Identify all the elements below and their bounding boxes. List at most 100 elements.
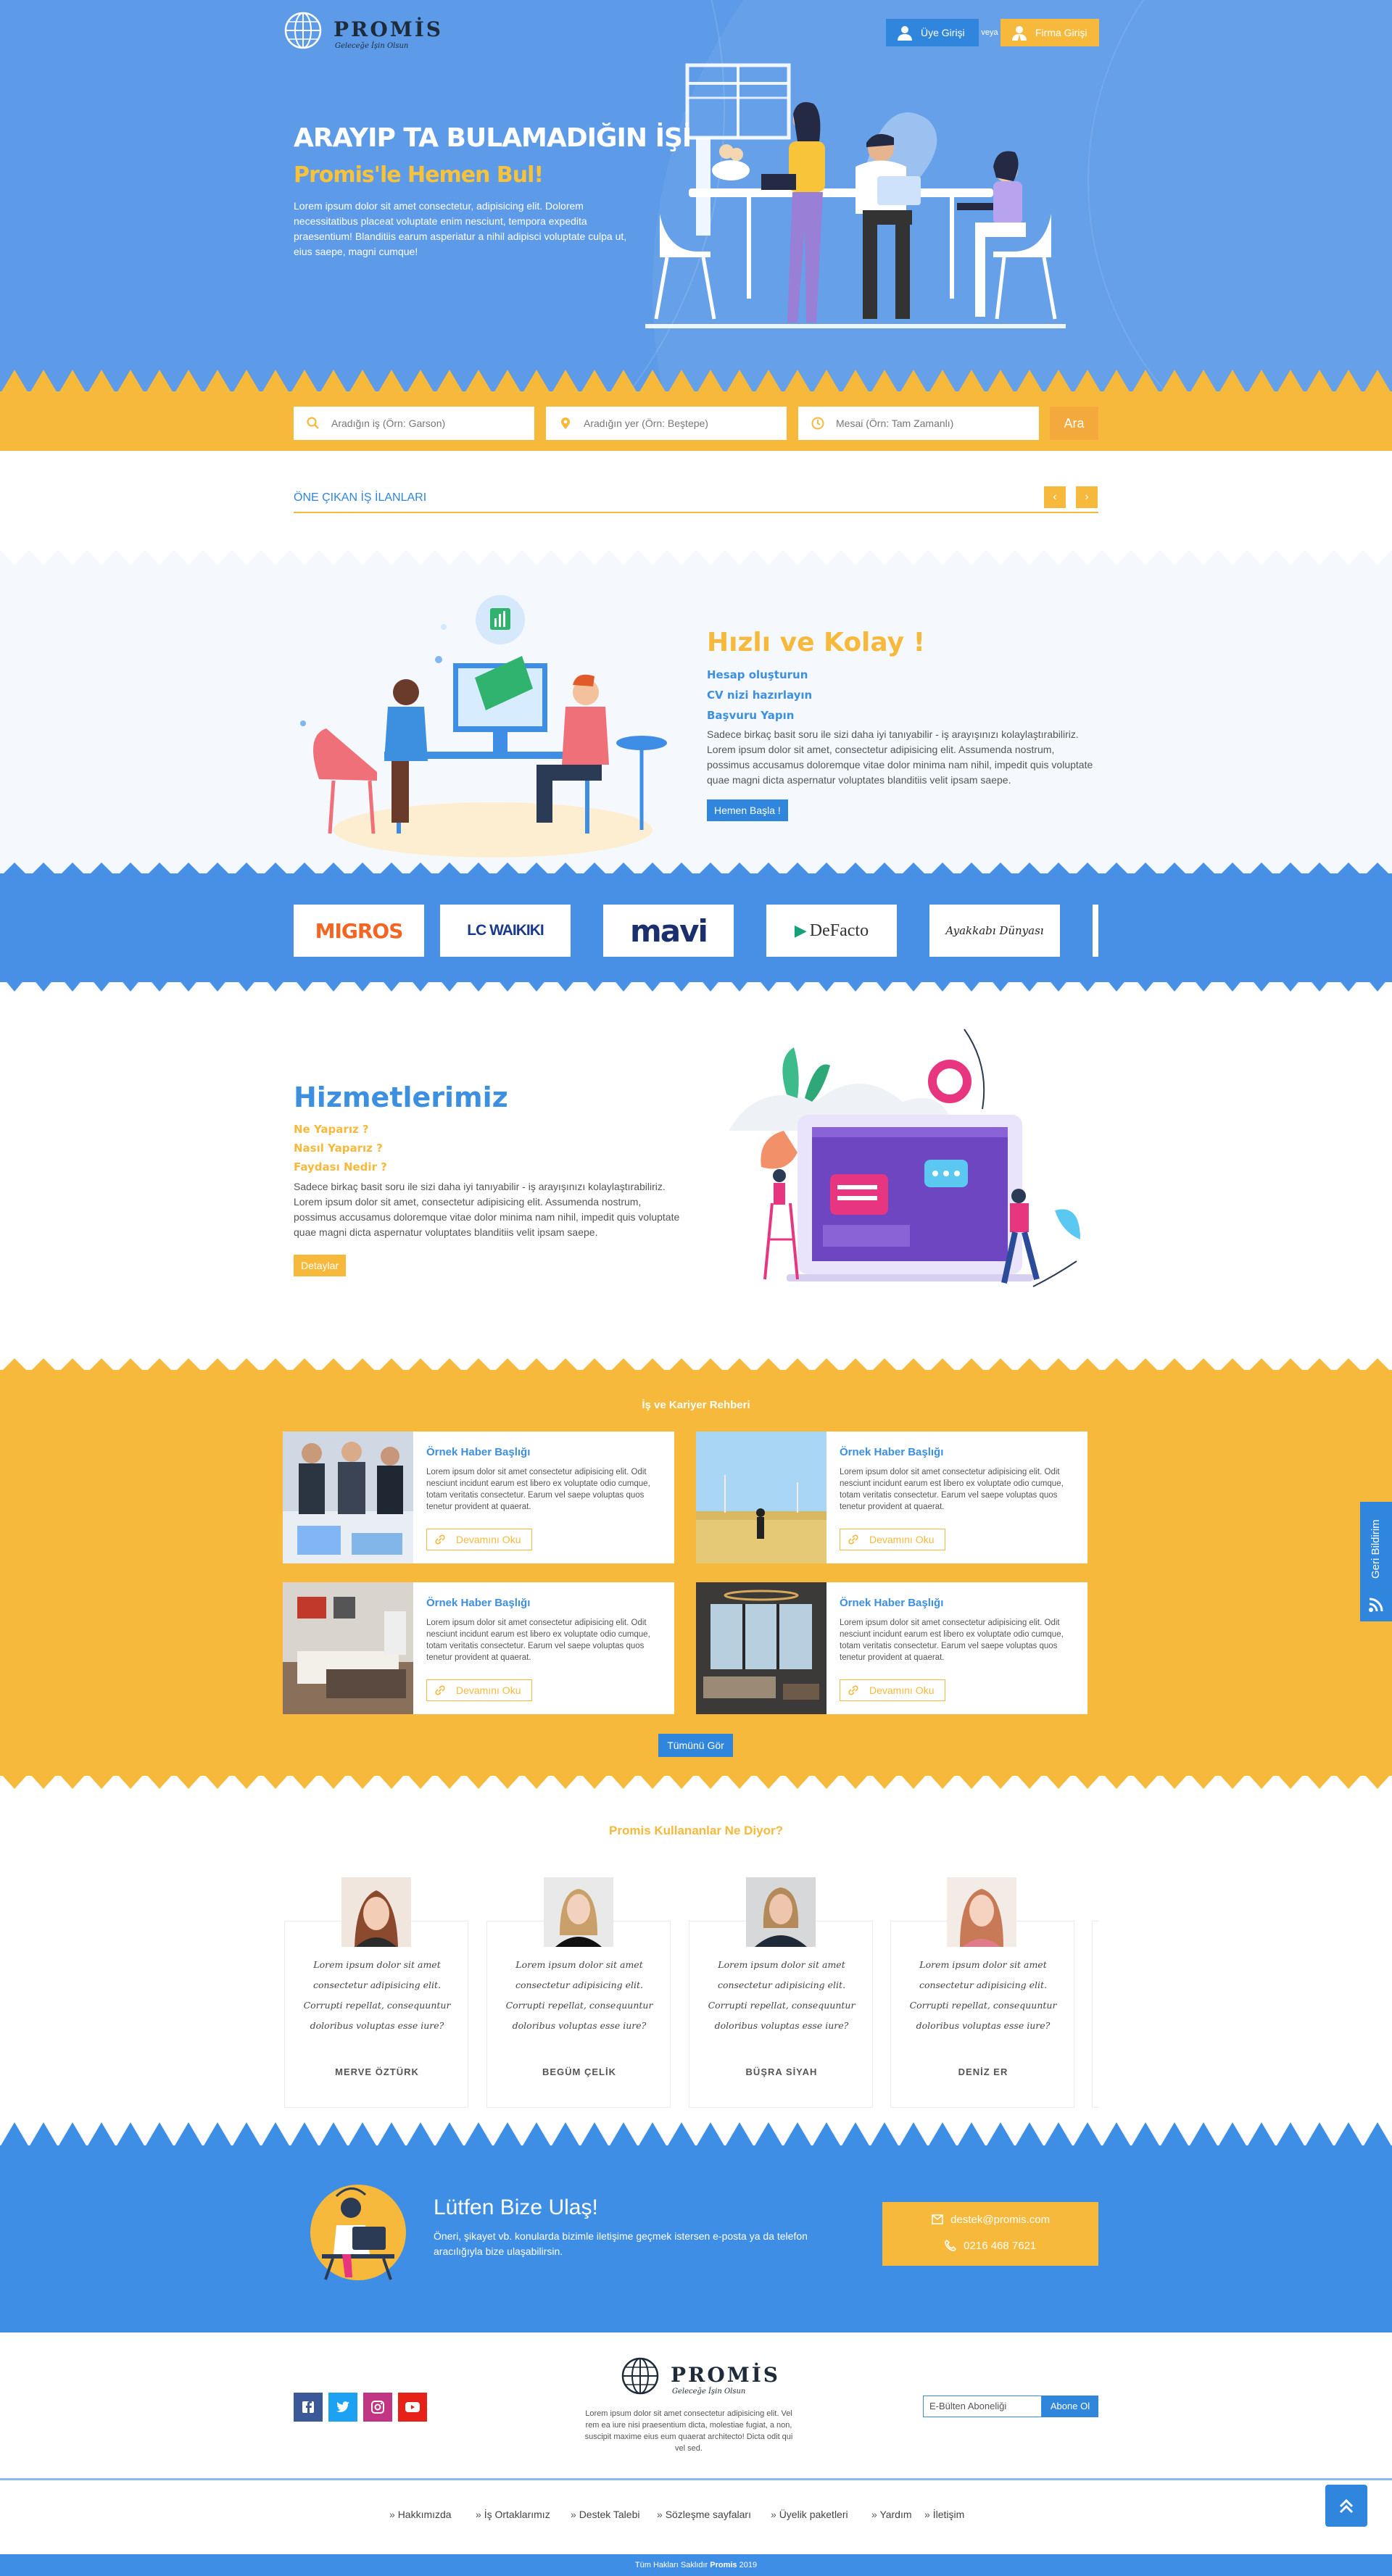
news-title[interactable]: Örnek Haber Başlığı bbox=[840, 1446, 943, 1458]
shift-input[interactable]: Mesai (Örn: Tam Zamanlı) bbox=[798, 407, 1039, 440]
footer-about-text: Lorem ipsum dolor sit amet consectetur a… bbox=[584, 2409, 793, 2453]
hero-text: Lorem ipsum dolor sit amet consectetur, … bbox=[294, 200, 627, 257]
member-login-label: Üye Girişi bbox=[921, 27, 965, 38]
news-card[interactable]: Örnek Haber Başlığı Lorem ipsum dolor si… bbox=[283, 1582, 674, 1714]
news-excerpt: Lorem ipsum dolor sit amet consectetur a… bbox=[426, 1468, 650, 1511]
facebook-button[interactable] bbox=[294, 2393, 323, 2422]
services-title: Hizmetlerimiz bbox=[294, 1081, 508, 1113]
newsletter-input[interactable]: E-Bülten Aboneliği bbox=[923, 2396, 1042, 2417]
testimonial-name: MERVE ÖZTÜRK bbox=[335, 2066, 419, 2077]
avatar bbox=[544, 1877, 613, 1947]
zigzag-divider bbox=[0, 2122, 1392, 2147]
read-more-label: Devamını Oku bbox=[869, 1684, 935, 1696]
newsletter-placeholder: E-Bülten Aboneliği bbox=[929, 2401, 1007, 2411]
quick-easy-section bbox=[0, 551, 1392, 884]
brand-logo-defacto[interactable]: ▶ DeFacto bbox=[766, 905, 897, 957]
step-apply: Başvuru Yapın bbox=[707, 709, 795, 722]
email-text: destek@promis.com bbox=[950, 2214, 1051, 2226]
brand-migros-text: MIGROS bbox=[315, 918, 404, 943]
footer-link-contact[interactable]: » İletişim bbox=[924, 2509, 964, 2520]
footer-brand-name: PROMİS bbox=[671, 2363, 781, 2387]
services-questions: Ne Yaparız ? Nasıl Yaparız ? Faydası Ned… bbox=[294, 1120, 387, 1176]
search-button[interactable]: Ara bbox=[1050, 407, 1098, 440]
read-more-label: Devamını Oku bbox=[456, 1684, 521, 1696]
instagram-button[interactable] bbox=[363, 2393, 392, 2422]
testimonial-name: BÜŞRA SİYAH bbox=[745, 2066, 818, 2077]
guide-title: İş ve Kariyer Rehberi bbox=[642, 1399, 750, 1411]
news-title[interactable]: Örnek Haber Başlığı bbox=[426, 1446, 530, 1458]
brand-logo-migros[interactable]: MIGROS bbox=[294, 905, 424, 957]
support-illustration bbox=[310, 2185, 406, 2280]
brand-logo-lcwaikiki[interactable]: LC WAIKIKI bbox=[440, 905, 571, 957]
footer-link-label: Üyelik paketleri bbox=[779, 2509, 848, 2520]
read-more-button[interactable]: Devamını Oku bbox=[426, 1679, 532, 1701]
email-link[interactable]: destek@promis.com bbox=[932, 2214, 1050, 2226]
feedback-tab[interactable]: Geri Bildirim bbox=[1360, 1502, 1392, 1621]
phone-link[interactable]: 0216 468 7621 bbox=[945, 2239, 1036, 2252]
news-excerpt: Lorem ipsum dolor sit amet consectetur a… bbox=[426, 1619, 650, 1662]
footer-link-about[interactable]: » Hakkımızda bbox=[389, 2509, 452, 2520]
carousel-prev-button[interactable]: ‹ bbox=[1044, 486, 1066, 508]
carousel-next-button[interactable]: › bbox=[1076, 486, 1098, 508]
career-guide-section: İş ve Kariyer Rehberi bbox=[0, 1370, 1392, 1776]
twitter-icon bbox=[336, 2401, 349, 2412]
envelope-icon bbox=[932, 2214, 943, 2224]
featured-jobs-title: ÖNE ÇIKAN İŞ İLANLARI bbox=[294, 491, 427, 504]
scroll-to-top-button[interactable] bbox=[1325, 2485, 1367, 2527]
news-title[interactable]: Örnek Haber Başlığı bbox=[426, 1597, 530, 1609]
hero-subtitle: Promis'le Hemen Bul! bbox=[294, 162, 544, 188]
job-search-input[interactable]: Aradığın iş (Örn: Garson) bbox=[294, 407, 534, 440]
company-login-button[interactable]: Firma Girişi bbox=[1000, 19, 1099, 46]
testimonial-quote: Lorem ipsum dolor sit amet consectetur a… bbox=[303, 1959, 451, 2031]
news-card[interactable]: Örnek Haber Başlığı Lorem ipsum dolor si… bbox=[696, 1432, 1088, 1563]
clock-icon bbox=[811, 417, 824, 430]
shift-placeholder: Mesai (Örn: Tam Zamanlı) bbox=[836, 417, 954, 429]
subscribe-button[interactable]: Abone Ol bbox=[1042, 2396, 1098, 2417]
youtube-icon bbox=[405, 2402, 420, 2412]
testimonial-quote: Lorem ipsum dolor sit amet consectetur a… bbox=[909, 1959, 1057, 2031]
brand-logo[interactable]: PROMİS Geleceğe İşin Olsun bbox=[283, 10, 441, 54]
read-more-button[interactable]: Devamını Oku bbox=[840, 1529, 945, 1550]
avatar bbox=[341, 1877, 411, 1947]
footer-link-help[interactable]: » Yardım bbox=[871, 2509, 912, 2520]
read-more-button[interactable]: Devamını Oku bbox=[840, 1679, 945, 1701]
feedback-label: Geri Bildirim bbox=[1370, 1519, 1382, 1579]
footer-link-membership[interactable]: » Üyelik paketleri bbox=[771, 2509, 848, 2520]
link-icon bbox=[435, 1685, 445, 1695]
footer-link-support[interactable]: » Destek Talebi bbox=[571, 2509, 639, 2520]
brand-logo-ayakkabi[interactable]: Ayakkabı Dünyası bbox=[929, 905, 1060, 957]
hero-section: PROMİS Geleceğe İşin Olsun Üye Girişi ve… bbox=[0, 0, 1392, 406]
details-button[interactable]: Detaylar bbox=[294, 1255, 347, 1276]
testimonial-quote: Lorem ipsum dolor sit amet consectetur a… bbox=[505, 1959, 653, 2031]
services-text: Sadece birkaç basit soru ile sizi daha i… bbox=[294, 1181, 680, 1238]
footer-logo[interactable]: PROMİS Geleceğe İşin Olsun bbox=[620, 2356, 778, 2399]
footer-link-partners[interactable]: » İş Ortaklarımız bbox=[476, 2509, 550, 2520]
youtube-button[interactable] bbox=[398, 2393, 427, 2422]
avatar bbox=[947, 1877, 1016, 1947]
start-now-button[interactable]: Hemen Başla ! bbox=[707, 799, 788, 821]
search-bar: Aradığın iş (Örn: Garson) Aradığın yer (… bbox=[0, 391, 1392, 451]
brand-logo-partial bbox=[1093, 905, 1098, 957]
job-search-placeholder: Aradığın iş (Örn: Garson) bbox=[331, 417, 446, 429]
read-more-label: Devamını Oku bbox=[869, 1534, 935, 1545]
view-all-button[interactable]: Tümünü Gör bbox=[658, 1734, 733, 1757]
read-more-button[interactable]: Devamını Oku bbox=[426, 1529, 532, 1550]
testimonial-card-partial bbox=[1092, 1921, 1098, 2108]
news-image-business bbox=[283, 1432, 413, 1563]
contact-title: Lütfen Bize Ulaş! bbox=[434, 2195, 598, 2219]
user-icon bbox=[898, 26, 912, 41]
twitter-button[interactable] bbox=[328, 2393, 357, 2422]
contact-text: Öneri, şikayet vb. konularda bizimle ile… bbox=[434, 2230, 808, 2257]
service-q-benefit: Faydası Nedir ? bbox=[294, 1160, 387, 1173]
brand-logo-mavi[interactable]: mavi bbox=[603, 905, 734, 957]
testimonial-card: Lorem ipsum dolor sit amet consectetur a… bbox=[486, 1921, 671, 2108]
news-card[interactable]: Örnek Haber Başlığı Lorem ipsum dolor si… bbox=[696, 1582, 1088, 1714]
news-card[interactable]: Örnek Haber Başlığı Lorem ipsum dolor si… bbox=[283, 1432, 674, 1563]
location-pin-icon bbox=[561, 417, 570, 429]
member-login-button[interactable]: Üye Girişi bbox=[886, 19, 979, 46]
footer-link-contracts[interactable]: » Sözleşme sayfaları bbox=[657, 2509, 751, 2520]
location-input[interactable]: Aradığın yer (Örn: Beştepe) bbox=[546, 407, 787, 440]
news-title[interactable]: Örnek Haber Başlığı bbox=[840, 1597, 943, 1609]
footer-link-label: Destek Talebi bbox=[579, 2509, 640, 2520]
facebook-icon bbox=[302, 2401, 314, 2413]
